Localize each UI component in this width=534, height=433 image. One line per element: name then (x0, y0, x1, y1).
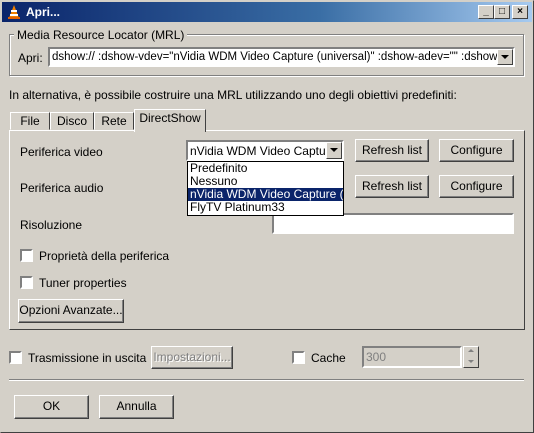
dropdown-option[interactable]: Nessuno (188, 175, 343, 188)
dropdown-option[interactable]: FlyTV Platinum33 (188, 201, 343, 214)
ok-label: OK (42, 399, 61, 413)
minimize-icon: _ (483, 6, 489, 17)
video-dropdown-arrow-icon[interactable] (326, 142, 342, 159)
advanced-options-button[interactable]: Opzioni Avanzate... (18, 299, 124, 323)
configure-video-label: Configure (450, 143, 503, 157)
tab-directshow[interactable]: DirectShow (134, 109, 206, 132)
tuner-properties-checkbox[interactable] (20, 276, 33, 289)
dropdown-option-selected[interactable]: nVidia WDM Video Capture (univ (188, 188, 343, 201)
advanced-options-label: Opzioni Avanzate... (19, 303, 123, 317)
cache-input[interactable]: 300 (362, 346, 462, 368)
refresh-list-video-button[interactable]: Refresh list (355, 139, 429, 162)
video-device-dropdown-list: Predefinito Nessuno nVidia WDM Video Cap… (187, 161, 344, 216)
mrl-group-label: Media Resource Locator (MRL) (14, 28, 188, 42)
audio-device-label: Periferica audio (20, 181, 104, 195)
tab-disco-label: Disco (56, 114, 87, 128)
spin-down-icon[interactable] (468, 360, 474, 363)
title-bar[interactable]: Apri... (2, 2, 532, 22)
stream-settings-button[interactable]: Impostazioni... (151, 346, 233, 369)
dropdown-option[interactable]: Predefinito (188, 162, 343, 175)
resolution-input[interactable] (272, 213, 514, 234)
stream-settings-label: Impostazioni... (153, 350, 231, 364)
vlc-cone-icon (8, 5, 20, 19)
video-device-label: Periferica video (20, 145, 103, 159)
cache-label: Cache (311, 351, 346, 365)
cancel-button[interactable]: Annulla (99, 395, 174, 419)
refresh-list-video-label: Refresh list (361, 143, 423, 157)
minimize-button[interactable]: _ (478, 5, 494, 19)
close-button[interactable]: × (512, 5, 528, 19)
hint-text: In alternativa, è possibile costruire un… (9, 88, 457, 102)
configure-audio-label: Configure (450, 179, 503, 193)
tab-file-label: File (20, 114, 40, 128)
mrl-input[interactable]: dshow:// :dshow-vdev="nVidia WDM Video C… (48, 47, 515, 67)
configure-video-button[interactable]: Configure (439, 139, 514, 162)
cache-spinner[interactable] (463, 346, 479, 368)
close-icon: × (517, 6, 523, 17)
maximize-icon: □ (498, 6, 506, 17)
cache-checkbox[interactable] (292, 351, 305, 364)
window-title: Apri... (26, 5, 61, 19)
resolution-label: Risoluzione (20, 218, 83, 232)
video-device-value: nVidia WDM Video Capture (190, 144, 337, 158)
tab-rete-label: Rete (101, 114, 127, 128)
tab-directshow-label: DirectShow (139, 111, 201, 125)
refresh-list-audio-button[interactable]: Refresh list (355, 175, 429, 198)
maximize-button[interactable]: □ (494, 5, 510, 19)
stream-output-checkbox[interactable] (9, 351, 22, 364)
spin-up-icon[interactable] (468, 349, 474, 352)
tab-file[interactable]: File (10, 112, 50, 130)
mrl-input-text: dshow:// :dshow-vdev="nVidia WDM Video C… (52, 51, 515, 63)
cache-value: 300 (366, 350, 387, 364)
tab-disco[interactable]: Disco (50, 112, 94, 130)
refresh-list-audio-label: Refresh list (361, 179, 423, 193)
video-device-select[interactable]: nVidia WDM Video Capture (186, 140, 344, 161)
device-properties-label: Proprietà della periferica (39, 249, 170, 263)
tuner-properties-label: Tuner properties (39, 276, 127, 290)
footer-separator (9, 379, 524, 381)
open-label: Apri: (18, 51, 43, 65)
configure-audio-button[interactable]: Configure (439, 175, 514, 198)
cancel-label: Annulla (116, 399, 157, 413)
mrl-dropdown-arrow-icon[interactable] (497, 49, 513, 65)
stream-output-label: Trasmissione in uscita (28, 351, 147, 365)
device-properties-checkbox[interactable] (20, 249, 33, 262)
ok-button[interactable]: OK (14, 395, 89, 419)
tab-rete[interactable]: Rete (94, 112, 134, 130)
